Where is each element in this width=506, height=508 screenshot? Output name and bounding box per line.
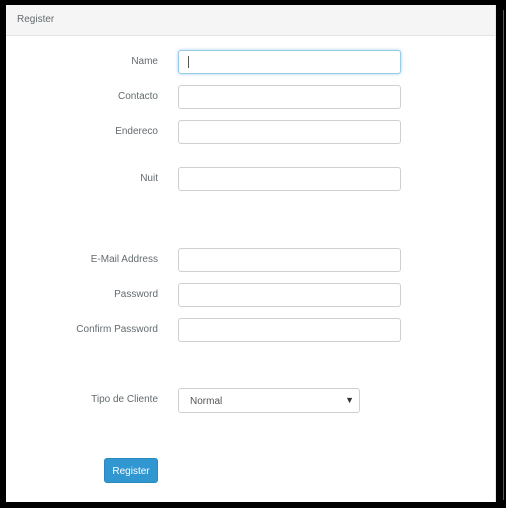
nuit-label: Nuit — [140, 173, 158, 184]
panel-heading: Register — [6, 5, 495, 36]
email-label: E-Mail Address — [90, 254, 158, 265]
form-row-name: Name — [6, 50, 496, 75]
panel-title: Register — [17, 14, 55, 25]
password-input[interactable] — [178, 283, 401, 307]
endereco-input[interactable] — [178, 120, 401, 144]
form-row-endereco: Endereco — [6, 120, 496, 145]
endereco-label: Endereco — [115, 126, 158, 137]
register-button[interactable]: Register — [104, 458, 158, 483]
form-row-contacto: Contacto — [6, 85, 496, 110]
form-row-nuit: Nuit — [6, 167, 496, 192]
window-edge — [503, 10, 504, 500]
tipo-cliente-label: Tipo de Cliente — [91, 394, 158, 405]
text-caret — [188, 56, 189, 68]
form-row-password: Password — [6, 283, 496, 308]
name-label: Name — [131, 56, 158, 67]
form-row-confirm-password: Confirm Password — [6, 318, 496, 343]
contacto-label: Contacto — [117, 91, 158, 102]
name-input[interactable] — [178, 50, 401, 74]
form-row-tipo-cliente: Tipo de Cliente Normal ▼ — [6, 388, 496, 413]
tipo-cliente-selected-value: Normal — [190, 396, 223, 407]
tipo-cliente-select[interactable]: Normal ▼ — [178, 388, 360, 413]
email-input[interactable] — [178, 248, 401, 272]
confirm-password-label: Confirm Password — [76, 324, 158, 335]
nuit-input[interactable] — [178, 167, 401, 191]
contacto-input[interactable] — [178, 85, 401, 109]
form-row-email: E-Mail Address — [6, 248, 496, 273]
password-label: Password — [114, 289, 158, 300]
confirm-password-input[interactable] — [178, 318, 401, 342]
register-panel: Register Name Contacto Endereco Nuit E-M… — [6, 5, 496, 502]
dropdown-arrow-icon: ▼ — [345, 395, 354, 405]
